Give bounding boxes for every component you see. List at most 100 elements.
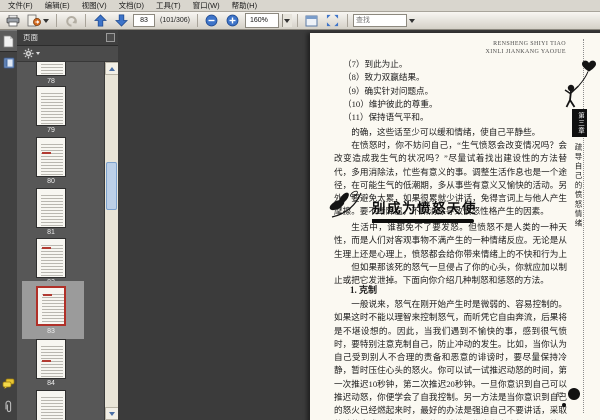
thumbnail-page-83-selected[interactable]	[36, 286, 66, 326]
thumbnail-page-81[interactable]	[36, 188, 66, 228]
navigation-tab-strip	[0, 30, 17, 420]
thumbnail-label: 81	[47, 229, 55, 236]
book-page: RENSHENG SHIYI TIAO XINLI JIANKANG YAOJU…	[310, 33, 600, 420]
menu-file[interactable]: 文件(F)	[3, 0, 38, 11]
scroll-down-button[interactable]	[105, 407, 119, 420]
menu-window[interactable]: 窗口(W)	[188, 0, 225, 11]
bookmarks-icon	[3, 57, 14, 69]
menu-bar: 文件(F) 编辑(E) 视图(V) 文档(D) 工具(T) 窗口(W) 帮助(H…	[0, 0, 600, 12]
sub-heading: 1. 克制	[350, 285, 378, 295]
page-up-icon	[93, 14, 107, 27]
separator	[85, 14, 86, 27]
pages-icon	[3, 35, 14, 47]
zoom-level-control[interactable]: 160%	[244, 13, 279, 28]
tab-comments[interactable]	[0, 372, 17, 394]
export-icon	[27, 14, 41, 27]
arrow-up-icon	[109, 66, 115, 71]
print-button[interactable]	[4, 13, 22, 29]
next-page-button[interactable]	[112, 13, 130, 29]
menu-help[interactable]: 帮助(H)	[227, 0, 262, 11]
print-icon	[6, 14, 20, 26]
pages-panel-options-bar	[17, 46, 118, 62]
menu-tools[interactable]: 工具(T)	[151, 0, 186, 11]
zoom-out-icon	[206, 14, 218, 27]
thumbnail-page-82[interactable]	[36, 238, 66, 278]
page-number-input[interactable]	[133, 14, 155, 27]
separator	[196, 14, 198, 27]
thumbnail-page-84[interactable]	[36, 339, 66, 379]
page-number-dot-large	[568, 388, 580, 400]
zoom-in-icon	[227, 14, 239, 27]
page-number-dot-small	[562, 403, 566, 407]
leaf-ornament-icon	[329, 190, 362, 218]
red-heading-mark	[42, 360, 51, 362]
red-heading-mark	[42, 247, 51, 249]
zoom-level-dropdown[interactable]	[281, 14, 292, 27]
thumbnail-list: 78 79 80 81 82 83 84	[17, 62, 105, 420]
fit-width-icon	[305, 15, 318, 26]
export-button[interactable]	[25, 13, 51, 29]
tab-pages[interactable]	[0, 30, 17, 52]
previous-page-button[interactable]	[91, 13, 109, 29]
zoom-in-button[interactable]	[224, 13, 242, 29]
search-input[interactable]	[352, 14, 407, 27]
options-caret-icon[interactable]	[36, 52, 40, 55]
page-number: 83	[556, 391, 563, 399]
scrollbar-thumb[interactable]	[106, 162, 117, 210]
pages-panel: 页面 78 79 80 81 83 84	[17, 30, 119, 420]
thumbnail-label: 80	[47, 178, 55, 185]
document-view[interactable]: RENSHENG SHIYI TIAO XINLI JIANKANG YAOJU…	[118, 30, 600, 420]
export-caret-icon	[43, 18, 49, 23]
thumbnail-page-79[interactable]	[36, 86, 66, 126]
thumbnail-label: 79	[47, 127, 55, 134]
tab-bookmarks[interactable]	[0, 52, 17, 74]
menu-view[interactable]: 视图(V)	[77, 0, 112, 11]
thumbnail-page-85[interactable]	[36, 390, 66, 420]
zoom-out-button[interactable]	[203, 13, 221, 29]
options-gear-icon[interactable]	[23, 48, 34, 59]
thumbnail-page-80[interactable]	[36, 137, 66, 177]
previous-view-button[interactable]	[62, 13, 80, 29]
numbered-list: （7）到此为止。 （8）致力双赢结果。 （9）确实针对问题点。 （10）维护彼此…	[343, 59, 438, 123]
section-heading: 别成为愤怒天使	[328, 189, 477, 223]
chevron-down-icon	[284, 18, 291, 23]
thumbnail-label: 83	[47, 328, 55, 335]
chapter-number-tab: 第三章	[572, 109, 587, 137]
red-heading-mark	[43, 294, 52, 296]
thumbnail-scrollbar[interactable]	[104, 62, 119, 420]
page-down-icon	[114, 14, 128, 27]
menu-document[interactable]: 文档(D)	[114, 0, 149, 11]
chapter-title-vertical: 疏导自己的愤怒情绪	[574, 143, 583, 229]
paragraph: 生活中，谁都免不了要发怒。但愤怒不是人类的一种天性，而是人们对客观事物不满产生的…	[334, 222, 567, 259]
thumbnail-page-78[interactable]	[36, 62, 66, 76]
fit-width-button[interactable]	[303, 13, 321, 29]
search-options-caret-icon[interactable]	[408, 18, 415, 23]
section-title: 别成为愤怒天使	[372, 201, 477, 216]
search-area	[352, 14, 415, 27]
tab-attachments[interactable]	[0, 395, 17, 417]
red-heading-mark	[42, 152, 51, 154]
zoom-level-value: 160%	[249, 17, 268, 24]
fullscreen-icon	[327, 14, 339, 27]
previous-view-icon	[65, 15, 77, 27]
menu-edit[interactable]: 编辑(E)	[40, 0, 75, 11]
pages-panel-title: 页面	[23, 33, 38, 42]
separator	[56, 14, 57, 27]
fullscreen-button[interactable]	[324, 13, 342, 29]
separator	[346, 14, 348, 27]
paperclip-icon	[5, 400, 12, 412]
page-count-label: (101/306)	[160, 17, 190, 24]
thumbnail-label: 78	[47, 78, 55, 85]
comments-icon	[2, 378, 15, 389]
arrow-down-icon	[109, 411, 115, 416]
paragraph: 的确，这些话至少可以缓和情绪，使自己平静些。	[351, 127, 541, 137]
pdf-reader-window: 文件(F) 编辑(E) 视图(V) 文档(D) 工具(T) 窗口(W) 帮助(H…	[0, 0, 600, 420]
thumbnail-label: 84	[47, 380, 55, 387]
running-head: RENSHENG SHIYI TIAO XINLI JIANKANG YAOJU…	[485, 41, 566, 55]
pages-panel-header: 页面	[17, 30, 118, 46]
separator	[296, 14, 298, 27]
panel-hide-button[interactable]	[106, 33, 115, 42]
toolbar: (101/306) 160%	[0, 12, 600, 30]
scroll-up-button[interactable]	[105, 62, 119, 75]
paragraph: 一般说来，怒气在刚开始产生时是微弱的、容易控制的。如果这时不能以理智来控制怒气，…	[334, 299, 567, 420]
